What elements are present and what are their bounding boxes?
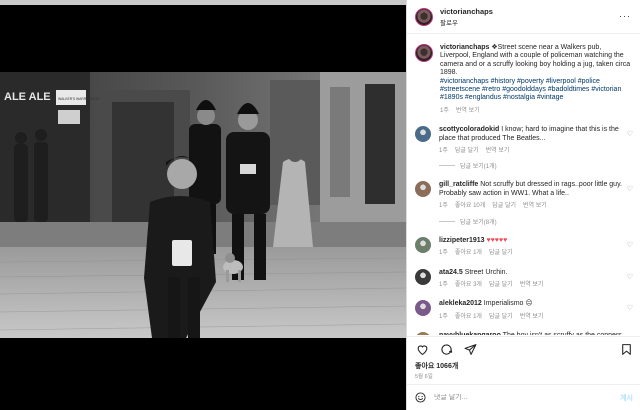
more-options-icon[interactable]: ··· [619, 12, 631, 21]
like-count[interactable]: 좋아요 1066개 [415, 361, 458, 371]
instagram-post-window: ALE ALE WALKER'S WARRINGTON victoriancha… [0, 0, 640, 410]
comment-heart-icon[interactable]: ♡ [627, 130, 633, 138]
translate-link[interactable]: 번역 보기 [486, 147, 510, 155]
view-replies-link[interactable]: 답글 보기(1개) [439, 161, 633, 170]
commenter-avatar[interactable] [415, 300, 431, 317]
commenter-username[interactable]: alekleka2012 [439, 300, 482, 307]
replies-line [439, 220, 455, 222]
comments-scroll-area[interactable]: victorianchaps ❖Street scene near a Walk… [407, 35, 640, 335]
reply-button[interactable]: 답글 달기 [489, 249, 513, 257]
comment-like-count[interactable]: 좋아요 1개 [455, 313, 482, 321]
comment-list: scottycoloradokid I know; hard to imagin… [415, 126, 633, 335]
comment-time: 1주 [439, 281, 448, 288]
comment-time: 1주 [439, 148, 448, 155]
photo-sign-small: WALKER'S WARRINGTON [58, 97, 100, 101]
comment-composer: 게시 [407, 384, 640, 410]
reply-button[interactable]: 답글 달기 [492, 202, 516, 210]
street-scene-photo: ALE ALE WALKER'S WARRINGTON [0, 72, 406, 338]
comment-heart-icon[interactable]: ♡ [627, 185, 633, 193]
caption-username[interactable]: victorianchaps [440, 44, 489, 51]
comment-text: ♥♥♥♥♥ [484, 236, 508, 244]
commenter-avatar[interactable] [415, 126, 431, 143]
bookmark-icon [621, 343, 631, 355]
commenter-avatar[interactable] [415, 268, 431, 285]
comment-item: alekleka2012 Imperialismo ☹ 1주 좋아요 1개 답글 달기… [415, 300, 633, 321]
top-strip [0, 0, 406, 5]
comment-like-count[interactable]: 좋아요 1개 [455, 249, 482, 257]
post-caption: victorianchaps ❖Street scene near a Walk… [415, 44, 633, 115]
comment-time: 1주 [439, 313, 448, 320]
replies-line [439, 165, 455, 167]
photo-sign-text: ALE ALE [4, 91, 51, 103]
view-replies-label: 답글 보기(8개) [460, 219, 497, 226]
share-button[interactable] [463, 342, 477, 356]
view-replies-label: 답글 보기(1개) [460, 164, 497, 171]
reply-button[interactable]: 답글 달기 [455, 147, 479, 155]
comment-heart-icon[interactable]: ♡ [627, 241, 633, 249]
author-avatar[interactable] [415, 7, 433, 26]
commenter-username[interactable]: gill_ratcliffe [439, 181, 478, 188]
panel-divider [407, 336, 640, 337]
action-bar [415, 342, 633, 356]
comment-input[interactable] [434, 394, 594, 401]
emoji-icon[interactable] [415, 392, 426, 403]
photo-pane: ALE ALE WALKER'S WARRINGTON [0, 0, 406, 410]
post-date: 5월 6일 [415, 374, 433, 380]
comment-text: Street Urchin. [462, 268, 508, 276]
caption-time: 1주 [440, 107, 449, 114]
comment-item: lizzipeter1913 ♥♥♥♥♥ 1주 좋아요 1개 답글 달기 ♡ [415, 236, 633, 258]
like-button[interactable] [415, 342, 429, 356]
comment-button[interactable] [439, 342, 453, 356]
commenter-avatar[interactable] [415, 181, 431, 198]
reply-button[interactable]: 답글 달기 [489, 313, 513, 321]
comment-text: The boy isn't as scruffy as the coppers [501, 332, 622, 335]
translate-link[interactable]: 번역 보기 [520, 281, 544, 289]
comment-heart-icon[interactable]: ♡ [627, 273, 633, 281]
view-replies-link[interactable]: 답글 보기(8개) [439, 217, 633, 226]
translate-link[interactable]: 번역 보기 [523, 202, 547, 210]
commenter-username[interactable]: scottycoloradokid [439, 126, 499, 133]
follow-link[interactable]: 팔로우 [440, 17, 493, 27]
comment-item: scottycoloradokid I know; hard to imagin… [415, 126, 633, 170]
post-header: victorianchaps 팔로우 ··· [407, 0, 640, 34]
heart-icon [417, 344, 427, 355]
caption-translate-link[interactable]: 번역 보기 [456, 107, 480, 115]
comment-heart-icon[interactable]: ♡ [627, 304, 633, 312]
comment-item: ata24.5 Street Urchin. 1주 좋아요 3개 답글 달기 번역 보기… [415, 268, 633, 290]
paper-plane-icon [464, 343, 476, 355]
reply-button[interactable]: 답글 달기 [489, 281, 513, 289]
comment-time: 1주 [439, 250, 448, 257]
comment-icon [440, 343, 452, 355]
commenter-username[interactable]: navybluekangaroo [439, 332, 501, 335]
author-username[interactable]: victorianchaps [440, 7, 493, 16]
commenter-avatar[interactable] [415, 332, 431, 335]
commenter-username[interactable]: lizzipeter1913 [439, 237, 485, 244]
comment-like-count[interactable]: 좋아요 10개 [455, 202, 485, 210]
post-comment-button[interactable]: 게시 [620, 393, 633, 403]
save-button[interactable] [619, 342, 633, 356]
comment-item: gill_ratcliffe Not scruffy but dressed i… [415, 181, 633, 226]
commenter-username[interactable]: ata24.5 [439, 269, 463, 276]
translate-link[interactable]: 번역 보기 [520, 313, 544, 321]
comment-time: 1주 [439, 203, 448, 210]
caption-avatar[interactable] [415, 44, 433, 62]
caption-hashtags[interactable]: #victorianchaps #history #poverty #liver… [440, 78, 621, 102]
comment-item: navybluekangaroo The boy isn't as scruff… [415, 332, 633, 335]
comment-text: Imperialismo ☹ [481, 300, 533, 308]
post-photo[interactable]: ALE ALE WALKER'S WARRINGTON [0, 72, 406, 338]
post-side-panel: victorianchaps 팔로우 ··· victorianchaps ❖S… [406, 0, 640, 410]
commenter-avatar[interactable] [415, 236, 431, 253]
comment-like-count[interactable]: 좋아요 3개 [455, 281, 482, 289]
